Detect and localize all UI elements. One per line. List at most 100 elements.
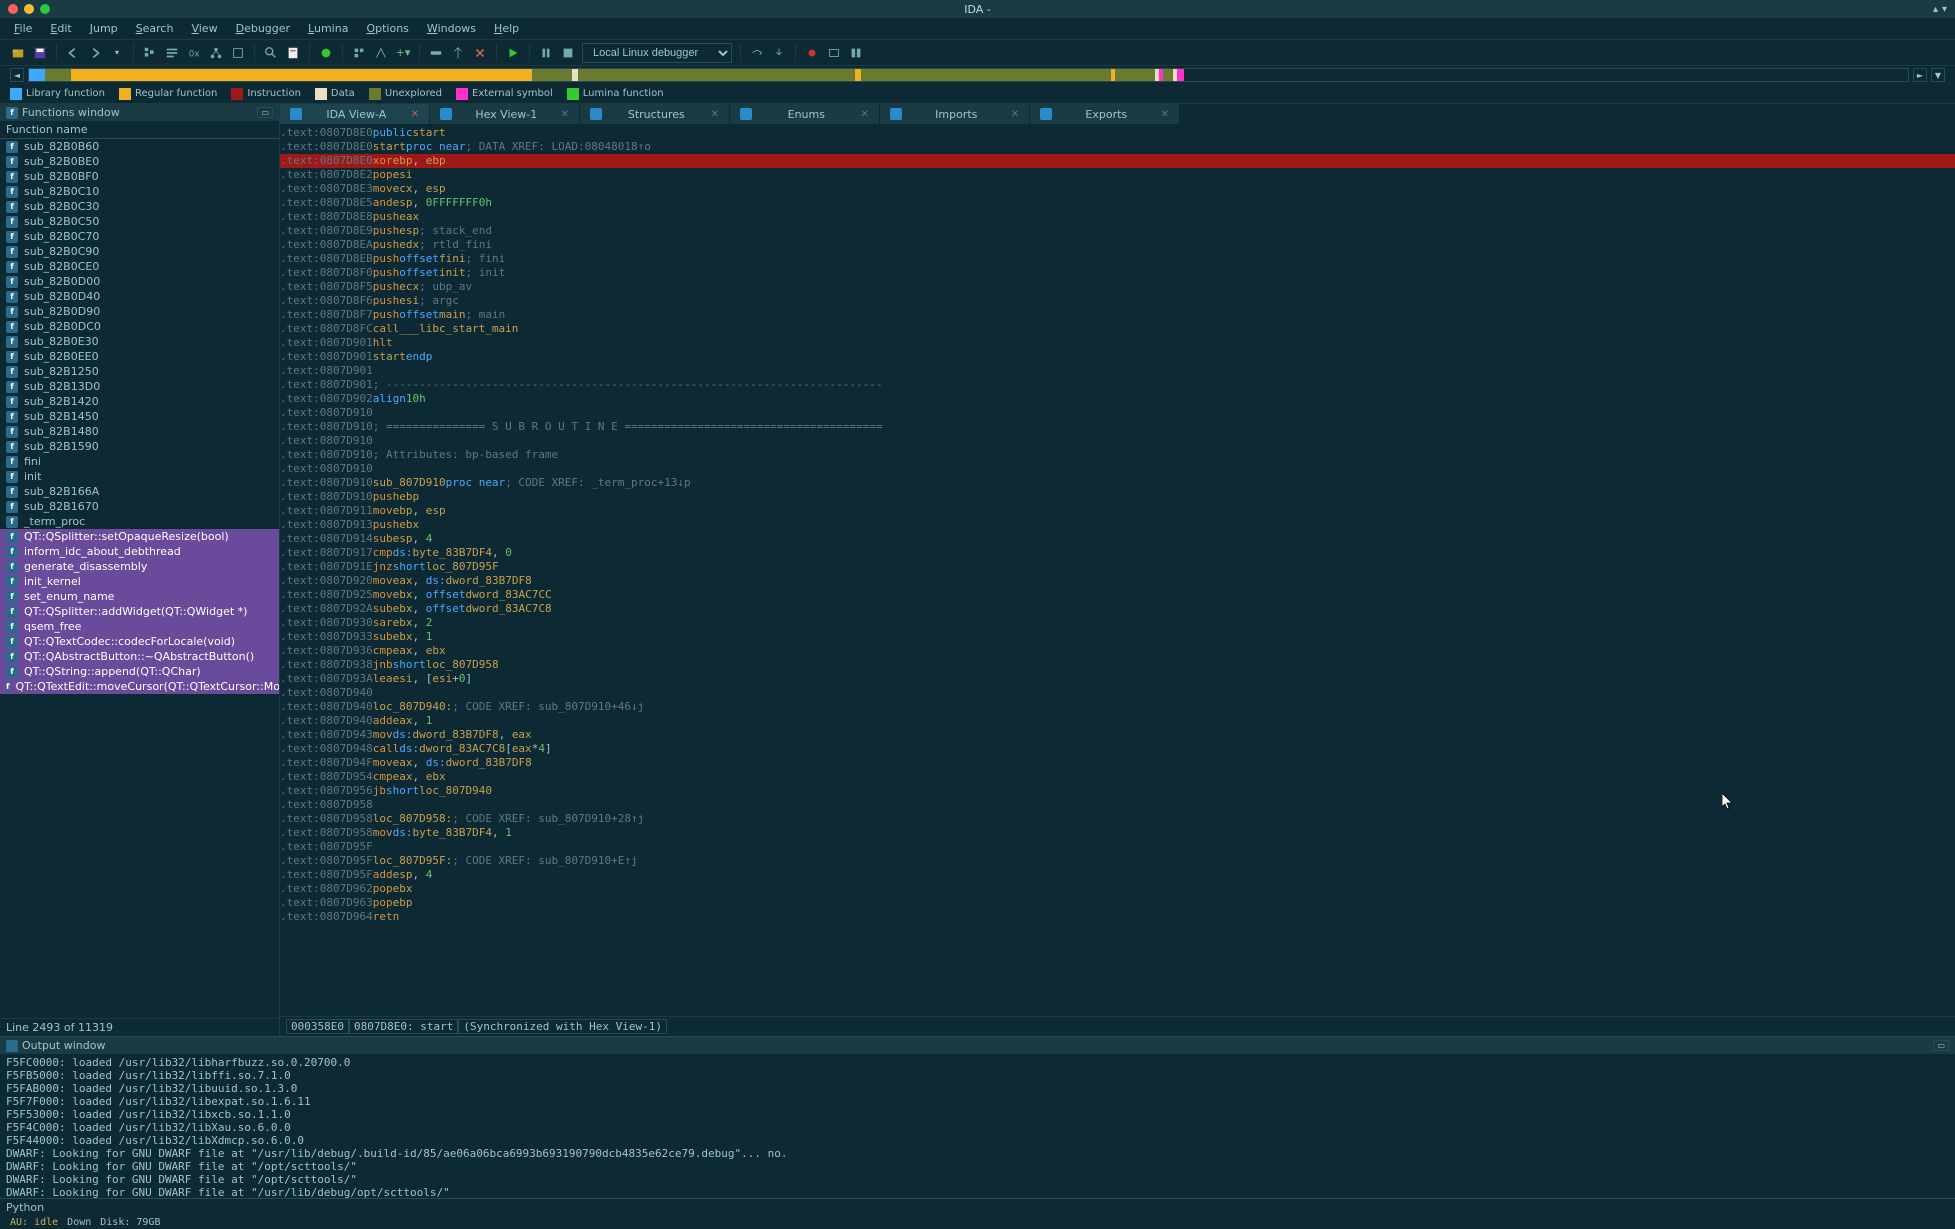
disasm-line[interactable]: .text:0807D910 [280, 406, 1955, 420]
menu-debugger[interactable]: Debugger [228, 20, 298, 37]
disasm-line[interactable]: .text:0807D930 sar ebx, 2 [280, 616, 1955, 630]
output-menu-icon[interactable]: ▭ [1933, 1040, 1949, 1051]
tab-hex-view-1[interactable]: Hex View-1✕ [430, 104, 580, 124]
output-content[interactable]: F5FC0000: loaded /usr/lib32/libharfbuzz.… [0, 1054, 1955, 1198]
disasm-line[interactable]: .text:0807D8E0 start proc near ; DATA XR… [280, 140, 1955, 154]
disasm-line[interactable]: .text:0807D948 call ds:dword_83AC7C8[eax… [280, 742, 1955, 756]
breakpoint-icon[interactable] [804, 45, 820, 61]
forward-button[interactable] [87, 45, 103, 61]
menu-jump[interactable]: Jump [82, 20, 126, 37]
function-row[interactable]: fsub_82B0D90 [0, 304, 279, 319]
text-icon[interactable] [164, 45, 180, 61]
disasm-line[interactable]: .text:0807D93A lea esi, [esi+0] [280, 672, 1955, 686]
disasm-line[interactable]: .text:0807D917 cmp ds:byte_83B7DF4, 0 [280, 546, 1955, 560]
disasm-line[interactable]: .text:0807D8E2 pop esi [280, 168, 1955, 182]
disasm-line[interactable]: .text:0807D910 ; =============== S U B R… [280, 420, 1955, 434]
menu-windows[interactable]: Windows [419, 20, 484, 37]
tab-close-icon[interactable]: ✕ [1011, 109, 1019, 120]
function-row[interactable]: fsub_82B0C90 [0, 244, 279, 259]
nav-menu-arrow[interactable]: ▼ [1931, 68, 1945, 82]
menu-help[interactable]: Help [486, 20, 527, 37]
console-lang-label[interactable]: Python [6, 1201, 44, 1214]
disasm-line[interactable]: .text:0807D943 mov ds:dword_83B7DF8, eax [280, 728, 1955, 742]
function-row[interactable]: finit [0, 469, 279, 484]
tab-close-icon[interactable]: ✕ [411, 109, 419, 120]
graph-icon[interactable] [208, 45, 224, 61]
function-row[interactable]: ffini [0, 454, 279, 469]
function-row[interactable]: fsub_82B1420 [0, 394, 279, 409]
function-row[interactable]: fqsem_free [0, 619, 279, 634]
function-row[interactable]: fsub_82B1670 [0, 499, 279, 514]
tool-icon-5[interactable] [826, 45, 842, 61]
green-dot-icon[interactable] [318, 45, 334, 61]
function-row[interactable]: fsub_82B0BF0 [0, 169, 279, 184]
function-row[interactable]: fgenerate_disassembly [0, 559, 279, 574]
function-row[interactable]: fsub_82B0E30 [0, 334, 279, 349]
disasm-line[interactable]: .text:0807D910 ; Attributes: bp-based fr… [280, 448, 1955, 462]
disasm-line[interactable]: .text:0807D940 [280, 686, 1955, 700]
step-over-icon[interactable] [749, 45, 765, 61]
disasm-line[interactable]: .text:0807D8F0 push offset init ; init [280, 266, 1955, 280]
tab-close-icon[interactable]: ✕ [711, 109, 719, 120]
functions-list[interactable]: fsub_82B0B60fsub_82B0BE0fsub_82B0BF0fsub… [0, 139, 279, 1018]
disasm-line[interactable]: .text:0807D913 push ebx [280, 518, 1955, 532]
disasm-line[interactable]: .text:0807D914 sub esp, 4 [280, 532, 1955, 546]
nav-bar[interactable] [28, 68, 1909, 82]
function-row[interactable]: fsub_82B166A [0, 484, 279, 499]
disasm-line[interactable]: .text:0807D910 [280, 462, 1955, 476]
disasm-line[interactable]: .text:0807D92A sub ebx, offset dword_83A… [280, 602, 1955, 616]
function-row[interactable]: fQT::QString::append(QT::QChar) [0, 664, 279, 679]
disasm-line[interactable]: .text:0807D910 push ebp [280, 490, 1955, 504]
disasm-line[interactable]: .text:0807D901 ; -----------------------… [280, 378, 1955, 392]
tab-enums[interactable]: Enums✕ [730, 104, 880, 124]
panel-menu-icon[interactable]: ▭ [257, 107, 273, 118]
disasm-line[interactable]: .text:0807D8EB push offset fini ; fini [280, 252, 1955, 266]
function-row[interactable]: fQT::QSplitter::addWidget(QT::QWidget *) [0, 604, 279, 619]
disasm-line[interactable]: .text:0807D938 jnb short loc_807D958 [280, 658, 1955, 672]
disassembly-view[interactable]: .text:0807D8E0 public start.text:0807D8E… [280, 124, 1955, 1016]
function-row[interactable]: fset_enum_name [0, 589, 279, 604]
settings-icon[interactable] [351, 45, 367, 61]
plus-icon[interactable]: +▾ [395, 45, 411, 61]
disasm-line[interactable]: .text:0807D933 sub ebx, 1 [280, 630, 1955, 644]
functions-col-header[interactable]: Function name [0, 121, 279, 139]
function-row[interactable]: fQT::QSplitter::setOpaqueResize(bool) [0, 529, 279, 544]
disasm-line[interactable]: .text:0807D910 sub_807D910 proc near ; C… [280, 476, 1955, 490]
back-button[interactable] [65, 45, 81, 61]
function-row[interactable]: finform_idc_about_debthread [0, 544, 279, 559]
disasm-line[interactable]: .text:0807D8F7 push offset main ; main [280, 308, 1955, 322]
disasm-line[interactable]: .text:0807D8F6 push esi ; argc [280, 294, 1955, 308]
function-row[interactable]: fsub_82B0C50 [0, 214, 279, 229]
disasm-line[interactable]: .text:0807D940 loc_807D940: ; CODE XREF:… [280, 700, 1955, 714]
disasm-line[interactable]: .text:0807D956 jb short loc_807D940 [280, 784, 1955, 798]
tool-icon-4[interactable] [450, 45, 466, 61]
open-button[interactable] [10, 45, 26, 61]
nav-right-arrow[interactable]: ► [1913, 68, 1927, 82]
expand-icon[interactable]: ▴ [1933, 4, 1938, 15]
disasm-line[interactable]: .text:0807D8EA push edx ; rtld_fini [280, 238, 1955, 252]
disasm-line[interactable]: .text:0807D8FC call ___libc_start_main [280, 322, 1955, 336]
function-row[interactable]: fQT::QTextCodec::codecForLocale(void) [0, 634, 279, 649]
disasm-line[interactable]: .text:0807D940 add eax, 1 [280, 714, 1955, 728]
disasm-line[interactable]: .text:0807D920 mov eax, ds:dword_83B7DF8 [280, 574, 1955, 588]
disasm-line[interactable]: .text:0807D901 hlt [280, 336, 1955, 350]
segment-icon[interactable] [142, 45, 158, 61]
menu-options[interactable]: Options [358, 20, 416, 37]
tool-icon-6[interactable] [848, 45, 864, 61]
function-row[interactable]: fsub_82B1450 [0, 409, 279, 424]
function-row[interactable]: fsub_82B1590 [0, 439, 279, 454]
disasm-line[interactable]: .text:0807D910 [280, 434, 1955, 448]
disasm-line[interactable]: .text:0807D8E5 and esp, 0FFFFFFF0h [280, 196, 1955, 210]
function-row[interactable]: fsub_82B0B60 [0, 139, 279, 154]
function-row[interactable]: fQT::QTextEdit::moveCursor(QT::QTextCurs… [0, 679, 279, 694]
save-button[interactable] [32, 45, 48, 61]
disasm-line[interactable]: .text:0807D91E jnz short loc_807D95F [280, 560, 1955, 574]
tool-icon-2[interactable] [373, 45, 389, 61]
disasm-line[interactable]: .text:0807D95F add esp, 4 [280, 868, 1955, 882]
menu-view[interactable]: View [183, 20, 225, 37]
menu-file[interactable]: File [6, 20, 40, 37]
disasm-line[interactable]: .text:0807D901 start endp [280, 350, 1955, 364]
delete-icon[interactable] [472, 45, 488, 61]
disasm-line[interactable]: .text:0807D962 pop ebx [280, 882, 1955, 896]
disasm-line[interactable]: .text:0807D954 cmp eax, ebx [280, 770, 1955, 784]
